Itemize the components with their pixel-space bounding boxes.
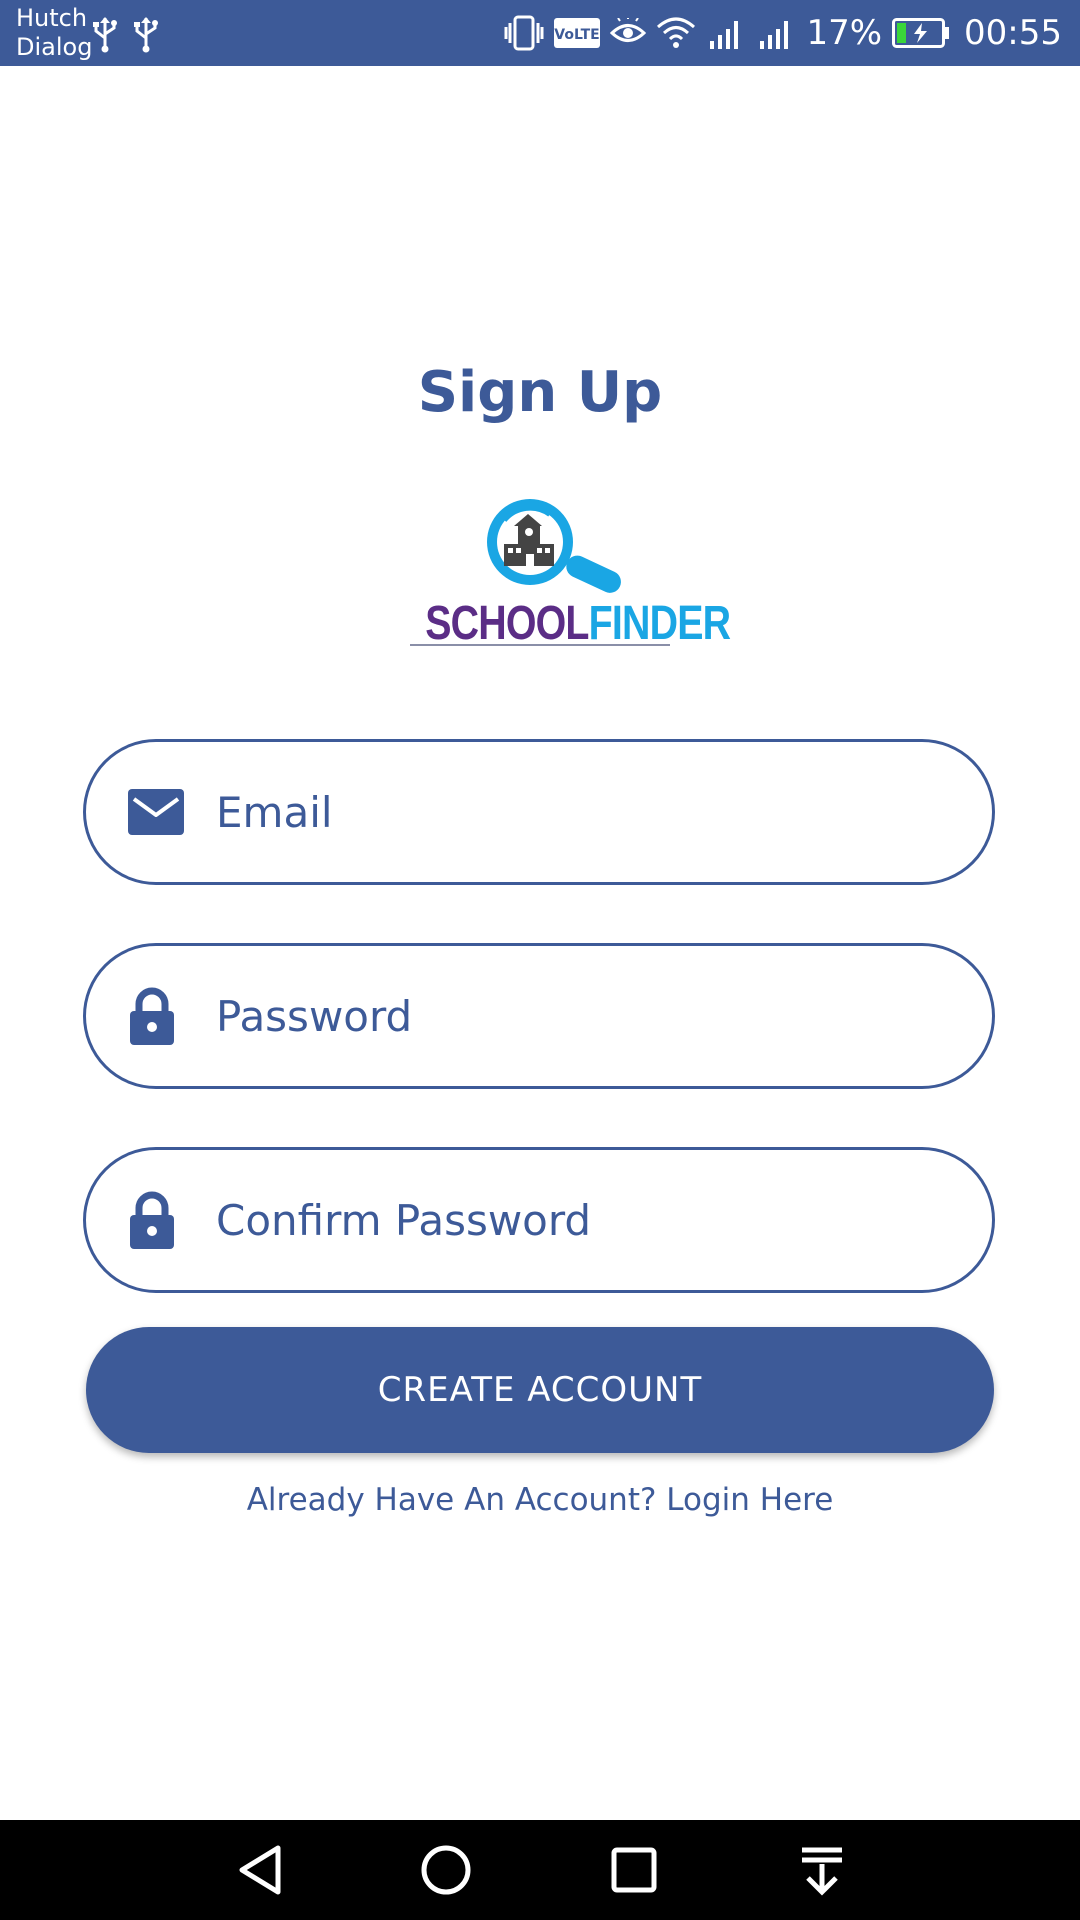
page-title: Sign Up <box>417 360 663 425</box>
eye-icon <box>610 18 647 42</box>
back-icon[interactable] <box>230 1840 290 1900</box>
navigation-bar <box>0 1820 1080 1920</box>
vibrate-icon <box>504 15 544 51</box>
lock-icon <box>130 987 174 1045</box>
status-icons: VoLTE 17% 00:55 <box>504 0 1062 66</box>
email-input[interactable] <box>216 742 936 882</box>
usb-icon <box>93 17 117 53</box>
magnifier-school-icon <box>487 499 621 593</box>
login-link[interactable]: Already Have An Account? Login Here <box>0 1482 1080 1518</box>
usb-icon <box>134 17 158 53</box>
signal-icon <box>760 21 789 49</box>
password-input[interactable] <box>216 946 936 1086</box>
app-logo: SCHOOLFINDER <box>400 490 731 651</box>
wifi-icon <box>657 17 696 48</box>
carrier-line-1: Hutch <box>16 4 88 32</box>
create-account-button[interactable]: CREATE ACCOUNT <box>86 1327 994 1453</box>
recents-icon[interactable] <box>604 1840 664 1900</box>
confirm-password-input[interactable] <box>216 1150 936 1290</box>
signal-icon <box>710 21 739 49</box>
notification-pull-icon[interactable] <box>792 1840 852 1900</box>
clock: 00:55 <box>964 13 1062 53</box>
volte-icon: VoLTE <box>554 18 601 48</box>
logo-wordmark: SCHOOLFINDER <box>425 596 731 651</box>
envelope-icon <box>128 789 184 835</box>
carrier-info: Hutch Dialog <box>16 4 92 62</box>
confirm-password-field[interactable] <box>83 1147 995 1293</box>
carrier-line-2: Dialog <box>16 33 93 61</box>
logo-finder-text: FINDER <box>588 597 731 650</box>
home-icon[interactable] <box>416 1840 476 1900</box>
password-field[interactable] <box>83 943 995 1089</box>
volte-label: VoLTE <box>555 27 600 43</box>
battery-percent: 17% <box>806 13 883 53</box>
battery-charging-icon <box>892 18 950 48</box>
email-field[interactable] <box>83 739 995 885</box>
status-bar: Hutch Dialog VoLTE 17% 00:55 <box>0 0 1080 66</box>
signup-screen: Hutch Dialog VoLTE 17% 00:55 Sign Up SCH… <box>0 0 1080 1920</box>
logo-school-text: SCHOOL <box>425 597 589 650</box>
lock-icon <box>130 1191 174 1249</box>
logo-underline <box>410 644 670 646</box>
